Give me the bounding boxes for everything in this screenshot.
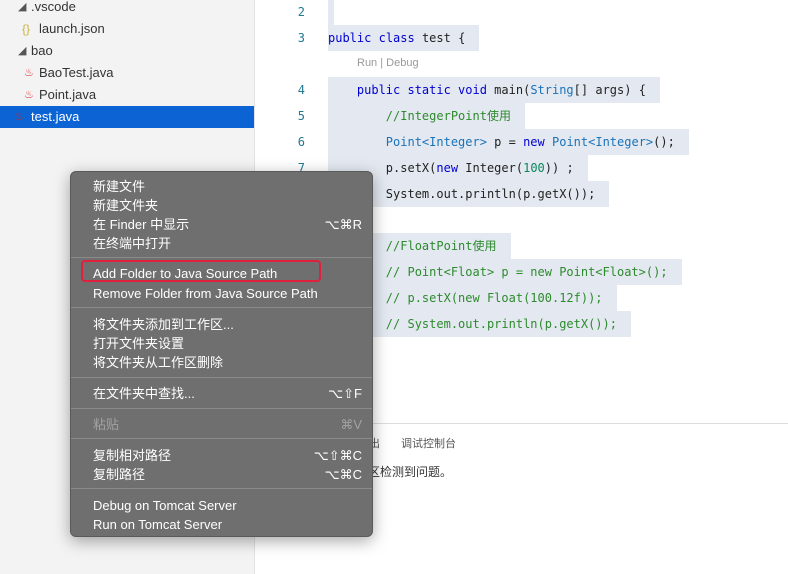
menu-item-shortcut: ⌥⌘C [324,467,362,482]
menu-item[interactable]: Remove Folder from Java Source Path [71,284,372,303]
menu-item[interactable]: 复制相对路径 ⌥⇧⌘C [71,446,372,465]
menu-item-label: 新建文件 [93,179,146,194]
menu-item[interactable]: 打开文件夹设置 [71,334,372,353]
tab-debug-console[interactable]: 调试控制台 [401,435,456,451]
menu-separator [71,307,372,308]
menu-item-shortcut: ⌥⇧F [328,386,362,401]
tree-file-test[interactable]: ♨ test.java [0,106,254,128]
menu-item-label: Debug on Tomcat Server [93,498,237,513]
code-line: public class test { [328,25,480,51]
menu-item-label: 复制路径 [93,467,146,482]
menu-item[interactable]: 在文件夹中查找... ⌥⇧F [71,384,372,403]
menu-item[interactable]: 新建文件夹 [71,196,372,215]
menu-item[interactable]: 复制路径 ⌥⌘C [71,465,372,484]
json-braces-icon: {} [22,22,31,36]
menu-separator [71,377,372,378]
code-line: //IntegerPoint使用 [328,103,525,129]
line-number: 5 [297,109,305,123]
menu-item-label: 在 Finder 中显示 [93,217,190,232]
line-number: 6 [297,135,305,149]
problems-message: 区检测到问题。 [368,465,453,479]
code-line: // System.out.println(p.getX()); [328,311,631,337]
menu-item-label: 将文件夹添加到工作区... [93,317,234,332]
line-number: 3 [297,31,305,45]
menu-separator [71,257,372,258]
tree-file-baotest[interactable]: ♨ BaoTest.java [0,62,254,84]
menu-item-shortcut: ⌘V [340,417,362,432]
menu-separator [71,438,372,439]
menu-item-label: Remove Folder from Java Source Path [93,286,318,301]
menu-item-label: 将文件夹从工作区删除 [93,355,224,370]
highlight-box [81,260,321,282]
chevron-down-icon: ◢ [18,1,27,13]
menu-item-shortcut: ⌥⇧⌘C [313,448,362,463]
menu-item-label: Run on Tomcat Server [93,517,223,532]
menu-item-shortcut: ⌥⌘R [324,217,362,232]
java-icon: ♨ [14,111,24,123]
menu-item-label: 复制相对路径 [93,448,172,463]
menu-separator [71,488,372,489]
java-icon: ♨ [24,89,34,101]
tree-folder-vscode[interactable]: ◢ .vscode [0,0,254,18]
menu-item-label: 打开文件夹设置 [93,336,185,351]
menu-item[interactable]: Debug on Tomcat Server [71,496,372,515]
tree-folder-bao[interactable]: ◢ bao [0,40,254,62]
menu-item-label: 在终端中打开 [93,236,172,251]
tree-file-point[interactable]: ♨ Point.java [0,84,254,106]
menu-item[interactable]: Run on Tomcat Server [71,515,372,534]
line-number: 2 [297,5,305,19]
line-number: 4 [297,83,305,97]
menu-item[interactable]: 在 Finder 中显示 ⌥⌘R [71,215,372,234]
menu-separator [71,408,372,409]
code-line: Point<Integer> p = new Point<Integer>(); [328,129,689,155]
menu-item[interactable]: 新建文件 [71,177,372,196]
menu-item-label: 在文件夹中查找... [93,386,195,401]
code-line [328,0,334,25]
menu-item[interactable]: 将文件夹从工作区删除 [71,353,372,372]
java-icon: ♨ [24,67,34,79]
code-line: public static void main(String[] args) { [328,77,660,103]
run-debug-codelens[interactable]: Run | Debug [357,57,419,69]
code-line: // Point<Float> p = new Point<Float>(); [328,259,682,285]
menu-item-label: 新建文件夹 [93,198,159,213]
menu-item[interactable]: 将文件夹添加到工作区... [71,315,372,334]
menu-item[interactable]: 在终端中打开 [71,234,372,253]
menu-item-label: 粘贴 [93,417,120,432]
menu-item: 粘贴 ⌘V [71,415,372,434]
context-menu: 新建文件 新建文件夹在 Finder 中显示 ⌥⌘R 在终端中打开 Add Folder… [70,171,373,537]
tree-file-launch-json[interactable]: {} launch.json [0,18,254,40]
chevron-down-icon: ◢ [18,45,27,57]
